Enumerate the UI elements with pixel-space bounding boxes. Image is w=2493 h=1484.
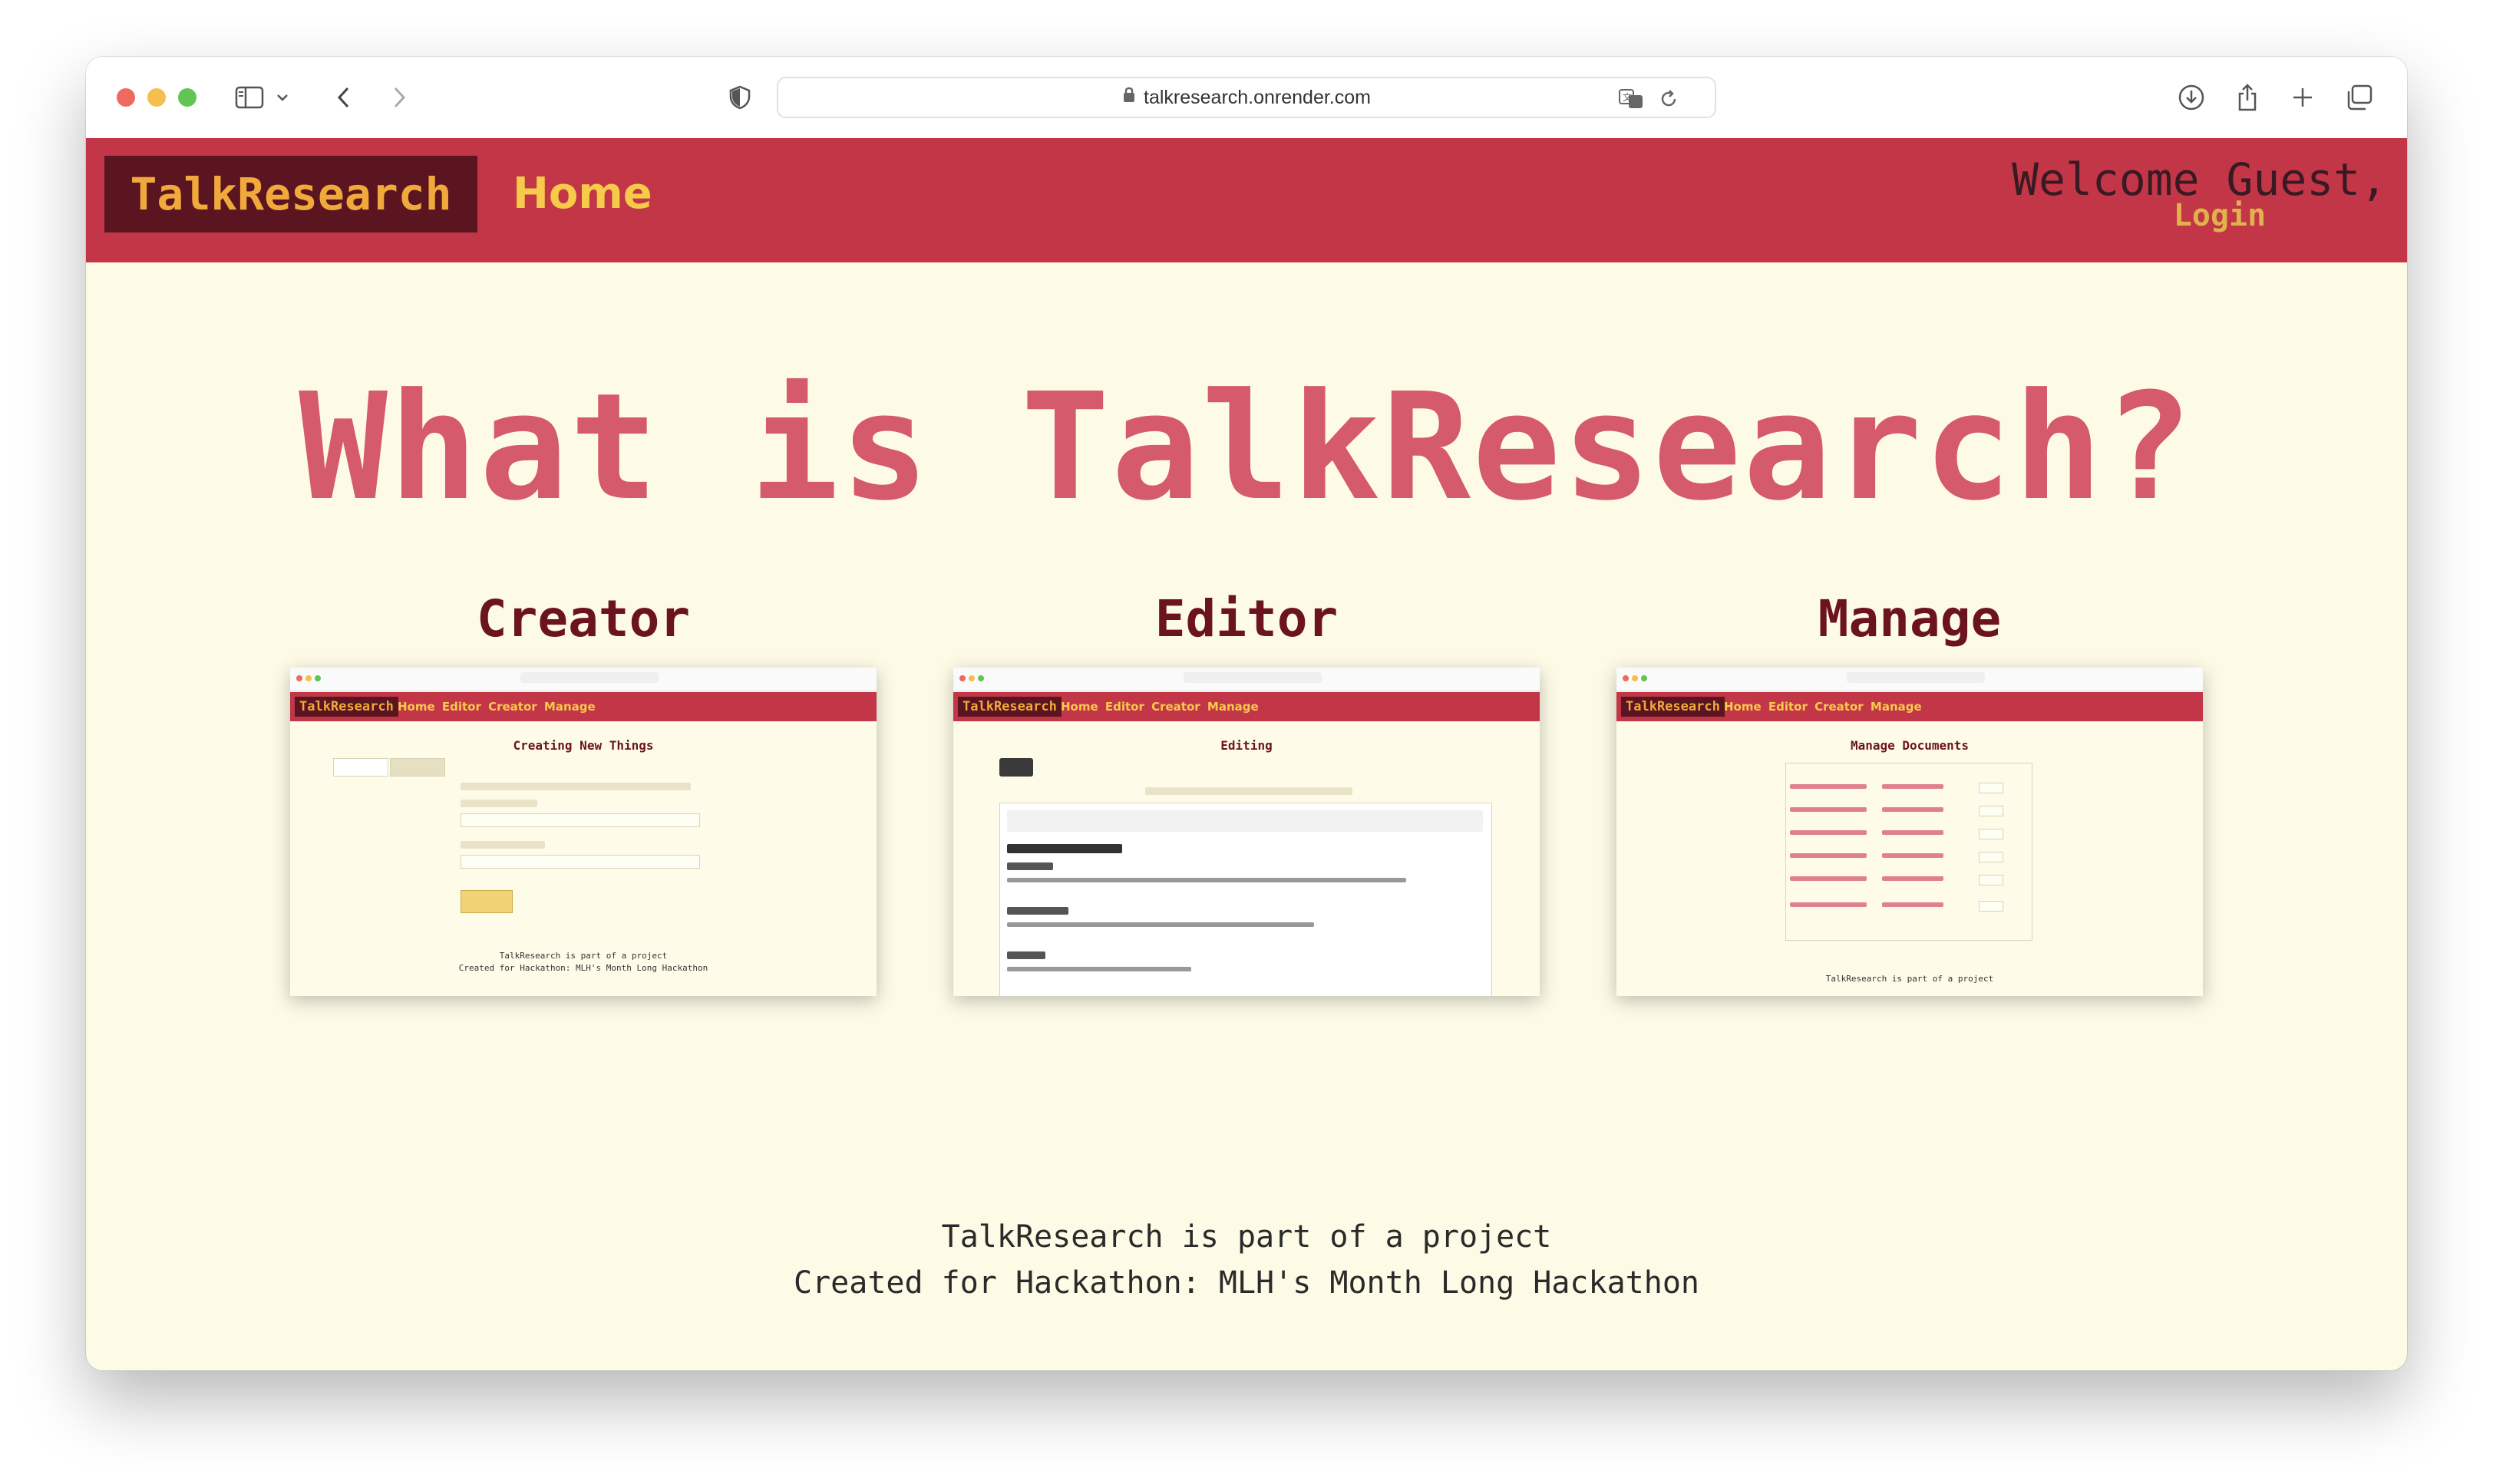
privacy-shield-icon[interactable]	[725, 80, 755, 115]
thumb-nav-links: Home Editor Creator Manage	[1061, 700, 1259, 714]
nav-home-link[interactable]: Home	[513, 169, 652, 219]
manage-screenshot: TalkResearch Home Editor Creator Manage …	[1616, 668, 2203, 996]
downloads-icon[interactable]	[2174, 80, 2209, 115]
thumb-nav-links: Home Editor Creator Manage	[1724, 700, 1922, 714]
thumb-brand: TalkResearch	[958, 697, 1062, 717]
thumb-brand: TalkResearch	[295, 697, 398, 717]
chevron-down-icon[interactable]	[273, 80, 292, 115]
svg-text:文: 文	[1623, 91, 1632, 103]
sidebar-icon[interactable]	[232, 80, 267, 115]
footer-line-1: TalkResearch is part of a project	[941, 1219, 1552, 1255]
feature-heading: Editor	[1154, 589, 1339, 648]
address-bar[interactable]: talkresearch.onrender.com 文	[777, 77, 1716, 118]
hero-title: What is TalkResearch?	[299, 362, 2194, 533]
browser-window: talkresearch.onrender.com 文 TalkResearch…	[86, 57, 2407, 1370]
share-icon[interactable]	[2232, 80, 2263, 115]
reload-icon[interactable]	[1655, 81, 1682, 117]
page-footer: TalkResearch is part of a project Create…	[86, 1214, 2407, 1306]
login-link[interactable]: Login	[2158, 198, 2281, 233]
feature-creator: Creator TalkResearch Home Editor Creator…	[290, 585, 877, 996]
footer-line-2: Created for Hackathon: MLH's Month Long …	[793, 1265, 1700, 1301]
main-content: What is TalkResearch? Creator TalkResear…	[86, 262, 2407, 1370]
thumb-title: Creating New Things	[513, 738, 654, 753]
browser-toolbar: talkresearch.onrender.com 文	[86, 57, 2407, 139]
feature-editor: Editor TalkResearch Home Editor Creator …	[953, 585, 1540, 996]
lock-icon	[1122, 77, 1136, 116]
thumb-footer: TalkResearch is part of a project	[1825, 974, 1994, 984]
thumb-title: Manage Documents	[1850, 738, 1970, 753]
minimize-window-button[interactable]	[147, 88, 166, 107]
close-window-button[interactable]	[117, 88, 135, 107]
app-navbar: TalkResearch Home Welcome Guest, Login	[86, 138, 2407, 262]
brand-logo[interactable]: TalkResearch	[104, 156, 477, 232]
forward-icon[interactable]	[385, 80, 413, 115]
thumb-brand: TalkResearch	[1621, 697, 1725, 717]
feature-heading: Manage	[1818, 589, 2002, 648]
thumb-title: Editing	[1220, 738, 1273, 753]
new-tab-icon[interactable]	[2287, 80, 2318, 115]
back-icon[interactable]	[330, 80, 358, 115]
tab-overview-icon[interactable]	[2343, 80, 2376, 115]
url-text: talkresearch.onrender.com	[1144, 87, 1371, 108]
zoom-window-button[interactable]	[178, 88, 196, 107]
feature-heading: Creator	[476, 589, 691, 648]
feature-manage: Manage TalkResearch Home Editor Creator …	[1616, 585, 2203, 996]
translate-icon[interactable]: 文	[1616, 81, 1647, 117]
thumb-nav-links: Home Editor Creator Manage	[398, 700, 596, 714]
creator-screenshot: TalkResearch Home Editor Creator Manage …	[290, 668, 877, 996]
thumb-footer: TalkResearch is part of a project Create…	[458, 951, 708, 973]
editor-screenshot: TalkResearch Home Editor Creator Manage …	[953, 668, 1540, 996]
